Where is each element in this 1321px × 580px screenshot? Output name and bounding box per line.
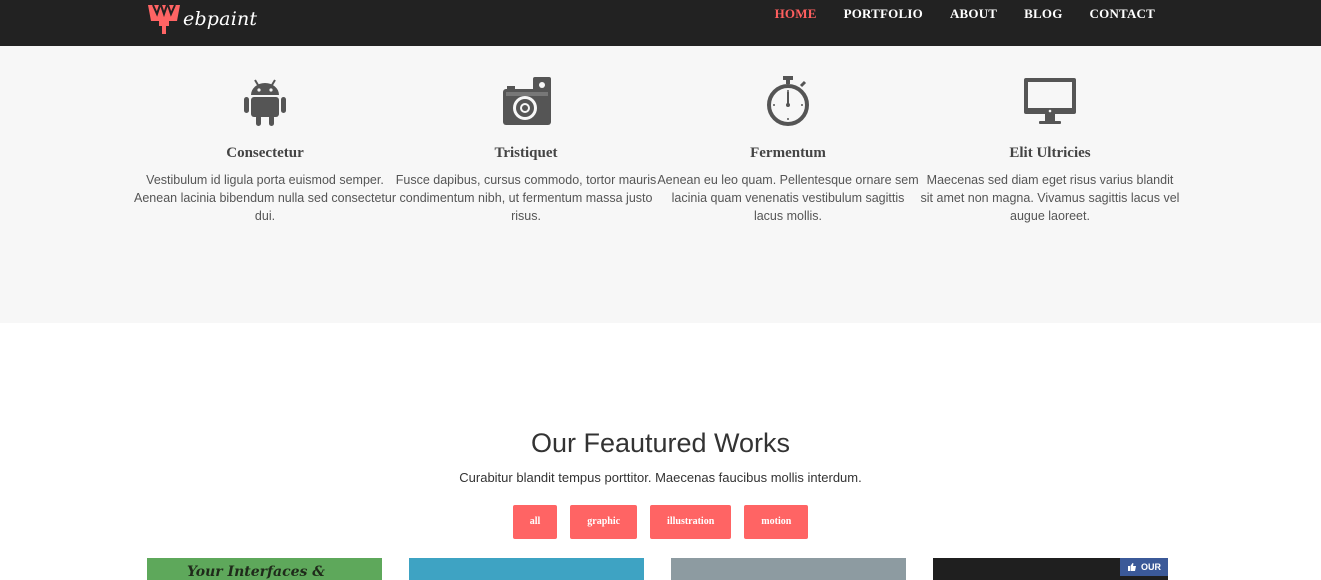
works-subtitle: Curabitur blandit tempus porttitor. Maec… xyxy=(459,470,862,485)
portfolio-filters: all graphic illustration motion xyxy=(0,505,1321,539)
logo[interactable]: ebpaint xyxy=(147,2,257,36)
stopwatch-icon xyxy=(657,76,919,128)
nav-portfolio[interactable]: PORTFOLIO xyxy=(844,6,923,22)
paintbrush-logo-icon xyxy=(148,4,180,34)
feature-text: Vestibulum id ligula porta euismod sempe… xyxy=(134,173,396,223)
filter-illustration-button[interactable]: illustration xyxy=(650,505,732,539)
feature-text: Maecenas sed diam eget risus varius blan… xyxy=(920,173,1180,223)
facebook-badge-text: OUR xyxy=(1141,562,1161,572)
facebook-like-badge[interactable]: OUR xyxy=(1120,558,1168,576)
thumb-title: Your Interfaces & Design xyxy=(187,564,325,580)
main-nav: HOME PORTFOLIO ABOUT BLOG CONTACT xyxy=(775,6,1155,22)
feature-title: Consectetur xyxy=(226,145,304,161)
thumbs-up-icon xyxy=(1128,563,1136,571)
feature-title: Elit Ultricies xyxy=(1009,145,1091,161)
feature-text: Fusce dapibus, cursus commodo, tortor ma… xyxy=(395,173,657,223)
portfolio-thumb[interactable]: Your Interfaces & Design xyxy=(147,558,382,580)
navbar: ebpaint HOME PORTFOLIO ABOUT BLOG CONTAC… xyxy=(0,0,1321,46)
feature-title: Tristiquet xyxy=(494,145,558,161)
nav-contact[interactable]: CONTACT xyxy=(1090,6,1155,22)
logo-text: ebpaint xyxy=(183,8,258,30)
nav-blog[interactable]: BLOG xyxy=(1024,6,1062,22)
filter-all-button[interactable]: all xyxy=(512,505,558,539)
features-section: Consectetur Vestibulum id ligula porta e… xyxy=(0,46,1321,323)
portfolio-thumb[interactable]: OUR xyxy=(933,558,1168,580)
filter-graphic-button[interactable]: graphic xyxy=(570,505,638,539)
android-icon xyxy=(134,76,396,128)
monitor-icon xyxy=(919,76,1181,128)
filter-motion-button[interactable]: motion xyxy=(744,505,809,539)
feature-text: Aenean eu leo quam. Pellentesque ornare … xyxy=(657,173,919,223)
works-title: Our Feautured Works xyxy=(530,428,791,458)
nav-about[interactable]: ABOUT xyxy=(950,6,997,22)
nav-home[interactable]: HOME xyxy=(775,6,817,22)
portfolio-thumb[interactable] xyxy=(409,558,644,580)
portfolio-thumb[interactable] xyxy=(671,558,906,580)
camera-icon xyxy=(395,76,657,128)
feature-title: Fermentum xyxy=(750,145,826,161)
